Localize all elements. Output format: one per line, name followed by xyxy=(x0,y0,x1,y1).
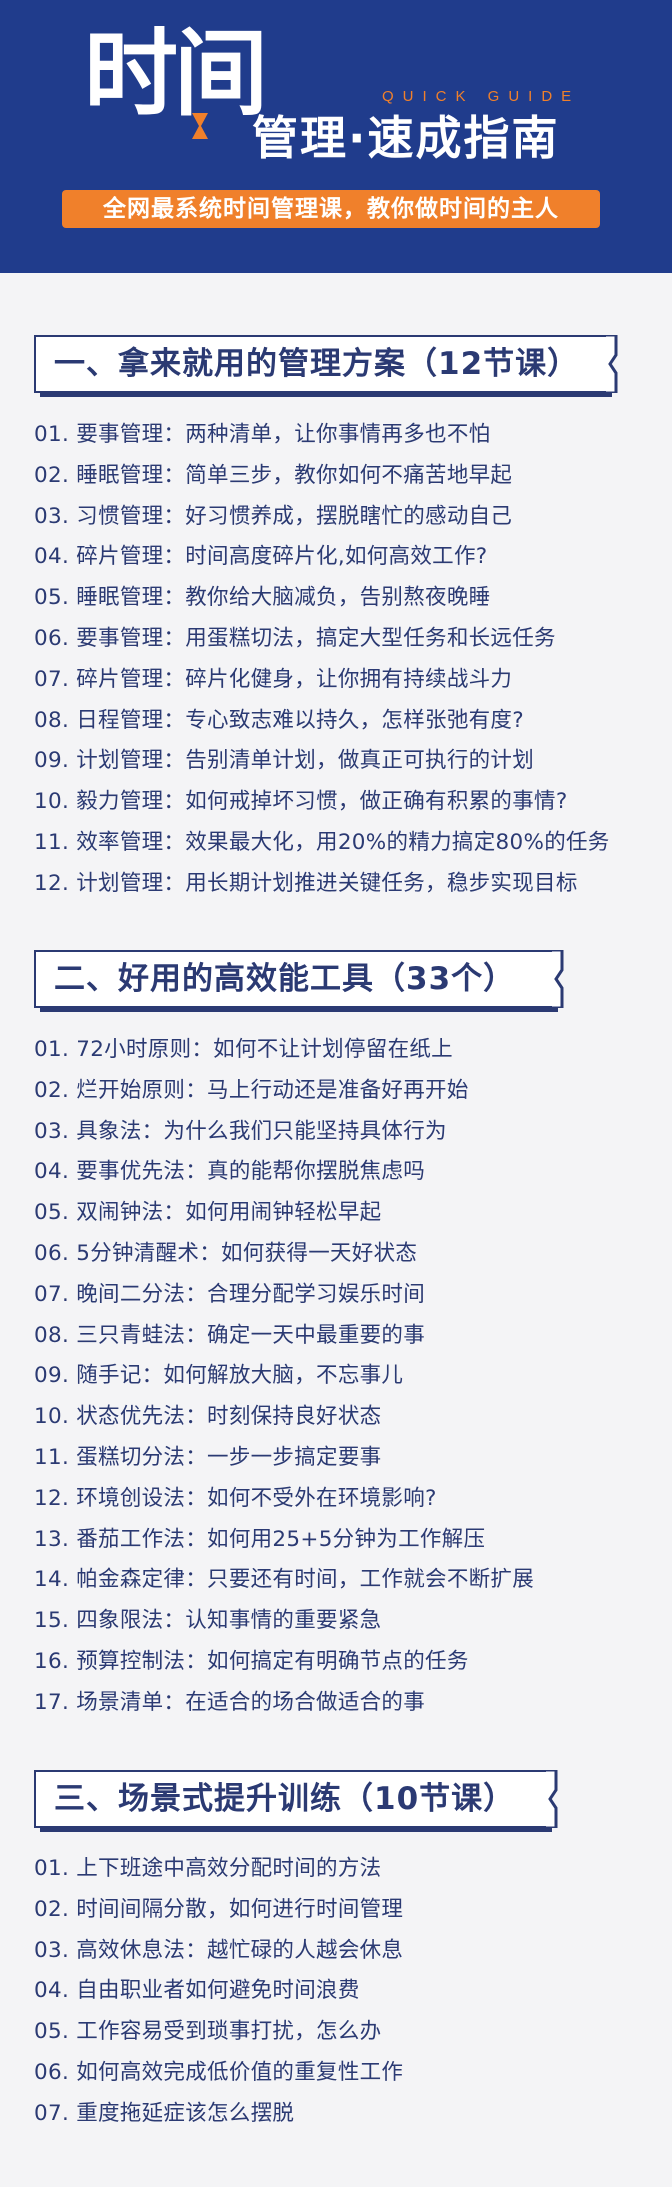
list-item: 06. 如何高效完成低价值的重复性工作 xyxy=(34,2059,404,2085)
logo-title: 时间 xyxy=(84,20,268,129)
list-item: 11. 效率管理：效果最大化，用20%的精力搞定80%的任务 xyxy=(34,829,610,855)
list-item: 07. 晚间二分法：合理分配学习娱乐时间 xyxy=(34,1281,426,1307)
list-item: 13. 番茄工作法：如何用25+5分钟为工作解压 xyxy=(34,1526,486,1552)
section-3-underline xyxy=(40,1828,552,1832)
list-item: 16. 预算控制法：如何搞定有明确节点的任务 xyxy=(34,1648,469,1674)
list-item: 10. 状态优先法：时刻保持良好状态 xyxy=(34,1404,382,1430)
list-item: 03. 具象法：为什么我们只能坚持具体行为 xyxy=(34,1118,447,1144)
section-3-list: 01. 上下班途中高效分配时间的方法 02. 时间间隔分散，如何进行时间管理 0… xyxy=(34,1849,403,2135)
list-item: 08. 三只青蛙法：确定一天中最重要的事 xyxy=(34,1322,426,1348)
section-notch-icon xyxy=(606,335,618,393)
hourglass-icon xyxy=(192,113,208,139)
list-item: 03. 习惯管理：好习惯养成，摆脱瞎忙的感动自己 xyxy=(34,503,513,529)
list-item: 05. 工作容易受到琐事打扰，怎么办 xyxy=(34,2019,382,2045)
section-3-title: 三、场景式提升训练（10节课） xyxy=(54,1781,516,1817)
section-1-underline xyxy=(40,393,612,397)
list-item: 15. 四象限法：认知事情的重要紧急 xyxy=(34,1608,382,1634)
section-3-header: 三、场景式提升训练（10节课） xyxy=(34,1770,558,1832)
section-2-list: 01. 72小时原则：如何不让计划停留在纸上 02. 烂开始原则：马上行动还是准… xyxy=(34,1030,534,1724)
list-item: 05. 睡眠管理：教你给大脑减负，告别熬夜晚睡 xyxy=(34,585,491,611)
list-item: 02. 时间间隔分散，如何进行时间管理 xyxy=(34,1896,404,1922)
list-item: 04. 要事优先法：真的能帮你摆脱焦虑吗 xyxy=(34,1159,426,1185)
list-item: 06. 要事管理：用蛋糕切法，搞定大型任务和长远任务 xyxy=(34,625,556,651)
section-2-header: 二、好用的高效能工具（33个） xyxy=(34,950,564,1012)
section-2-title: 二、好用的高效能工具（33个） xyxy=(54,961,516,997)
list-item: 12. 环境创设法：如何不受外在环境影响? xyxy=(34,1485,437,1511)
list-item: 14. 帕金森定律：只要还有时间，工作就会不断扩展 xyxy=(34,1567,535,1593)
list-item: 06. 5分钟清醒术：如何获得一天好状态 xyxy=(34,1240,418,1266)
tagline-banner: 全网最系统时间管理课，教你做时间的主人 xyxy=(62,190,600,228)
list-item: 02. 睡眠管理：简单三步，教你如何不痛苦地早起 xyxy=(34,462,513,488)
list-item: 08. 日程管理：专心致志难以持久，怎样张弛有度? xyxy=(34,707,524,733)
list-item: 05. 双闹钟法：如何用闹钟轻松早起 xyxy=(34,1200,382,1226)
list-item: 07. 碎片管理：碎片化健身，让你拥有持续战斗力 xyxy=(34,666,513,692)
page-title: 管理·速成指南 xyxy=(252,111,560,165)
list-item: 11. 蛋糕切分法：一步一步搞定要事 xyxy=(34,1444,382,1470)
list-item: 12. 计划管理：用长期计划推进关键任务，稳步实现目标 xyxy=(34,870,578,896)
section-1-header: 一、拿来就用的管理方案（12节课） xyxy=(34,335,618,397)
list-item: 04. 自由职业者如何避免时间浪费 xyxy=(34,1978,360,2004)
section-notch-icon xyxy=(552,950,564,1008)
list-item: 04. 碎片管理：时间高度碎片化,如何高效工作? xyxy=(34,544,488,570)
list-item: 09. 随手记：如何解放大脑，不忘事儿 xyxy=(34,1363,404,1389)
list-item: 01. 上下班途中高效分配时间的方法 xyxy=(34,1856,382,1881)
list-item: 17. 场景清单：在适合的场合做适合的事 xyxy=(34,1689,426,1715)
list-item: 07. 重度拖延症该怎么摆脱 xyxy=(34,2100,295,2126)
section-1-list: 01. 要事管理：两种清单，让你事情再多也不怕 02. 睡眠管理：简单三步，教你… xyxy=(34,415,610,905)
list-item: 03. 高效休息法：越忙碌的人越会休息 xyxy=(34,1937,404,1963)
header-banner: 时间 QUICK GUIDE 管理·速成指南 全网最系统时间管理课，教你做时间的… xyxy=(0,0,672,273)
section-notch-icon xyxy=(546,1770,558,1828)
list-item: 01. 72小时原则：如何不让计划停留在纸上 xyxy=(34,1037,453,1062)
section-1-title: 一、拿来就用的管理方案（12节课） xyxy=(54,346,580,382)
list-item: 02. 烂开始原则：马上行动还是准备好再开始 xyxy=(34,1077,469,1103)
list-item: 10. 毅力管理：如何戒掉坏习惯，做正确有积累的事情? xyxy=(34,789,568,815)
quick-guide-label: QUICK GUIDE xyxy=(382,88,581,105)
list-item: 09. 计划管理：告别清单计划，做真正可执行的计划 xyxy=(34,748,535,774)
section-2-underline xyxy=(40,1008,558,1012)
list-item: 01. 要事管理：两种清单，让你事情再多也不怕 xyxy=(34,422,491,447)
